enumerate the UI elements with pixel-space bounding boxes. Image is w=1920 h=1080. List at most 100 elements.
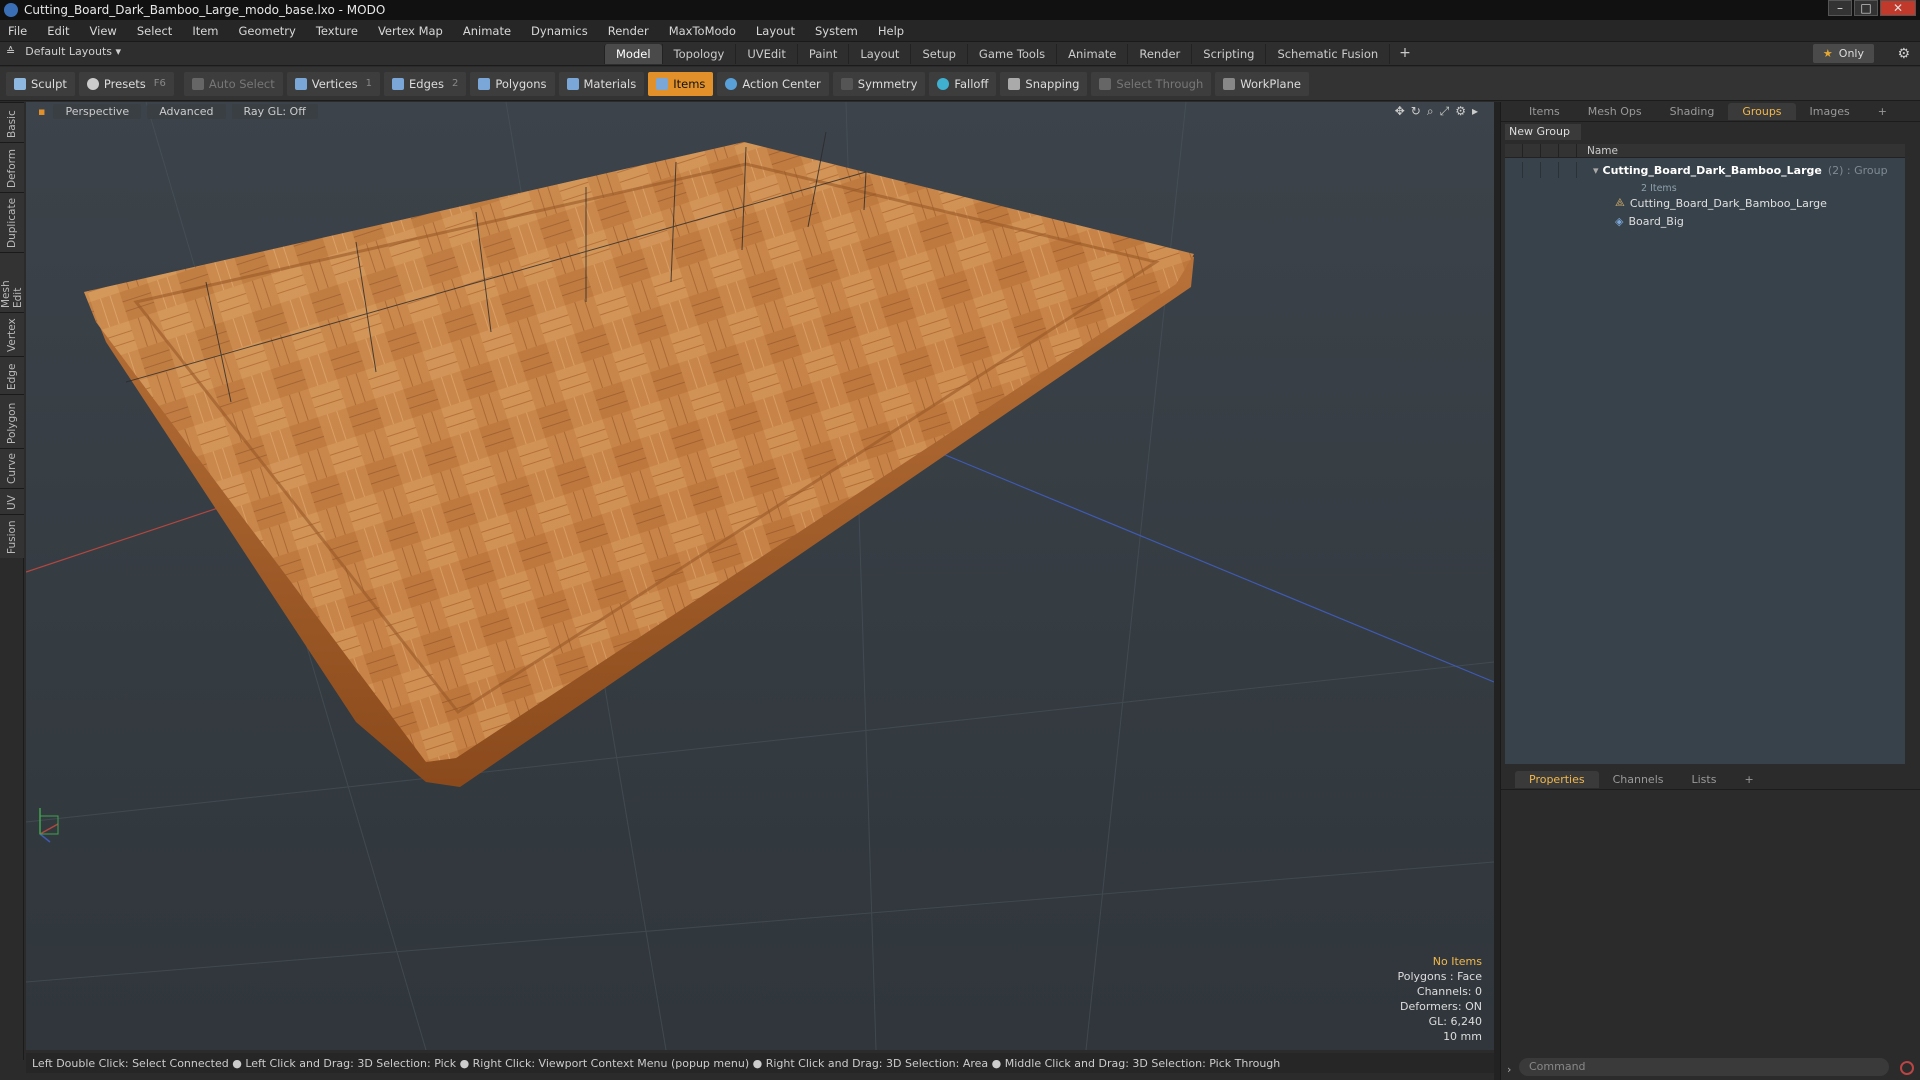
left-tab-basic[interactable]: Basic <box>0 102 24 142</box>
tab-model[interactable]: Model <box>604 44 662 64</box>
menu-system[interactable]: System <box>815 24 858 38</box>
edges-button[interactable]: Edges 2 <box>384 71 467 96</box>
raygl-dropdown[interactable]: Ray GL: Off <box>231 103 318 119</box>
menu-layout[interactable]: Layout <box>756 24 795 38</box>
falloff-button[interactable]: Falloff <box>929 71 997 96</box>
left-tab-curve[interactable]: Curve <box>0 448 24 488</box>
tab-scripting[interactable]: Scripting <box>1191 44 1265 64</box>
command-input[interactable]: Command <box>1519 1058 1889 1076</box>
menu-help[interactable]: Help <box>878 24 904 38</box>
menu-maxtomodo[interactable]: MaxToModo <box>669 24 736 38</box>
viewport-expand-icon[interactable]: ▸ <box>1472 104 1478 119</box>
minimize-button[interactable]: – <box>1828 0 1852 16</box>
left-tab-polygon[interactable]: Polygon <box>0 394 24 448</box>
action-center-button[interactable]: Action Center <box>717 71 829 96</box>
maximize-button[interactable]: □ <box>1854 0 1878 16</box>
add-tab-button[interactable]: + <box>1389 44 1420 64</box>
only-toggle[interactable]: ★ Only <box>1812 44 1874 63</box>
close-button[interactable]: ✕ <box>1880 0 1916 16</box>
command-run-button[interactable] <box>1900 1061 1914 1075</box>
tab-channels[interactable]: Channels <box>1599 771 1678 788</box>
presets-button[interactable]: Presets F6 <box>78 71 174 96</box>
view-mode-dropdown[interactable]: Perspective <box>53 103 142 119</box>
menu-select[interactable]: Select <box>137 24 172 38</box>
left-tab-duplicate[interactable]: Duplicate <box>0 192 24 252</box>
list-item[interactable]: ◈ Board_Big <box>1505 212 1905 230</box>
fit-view-icon[interactable]: ⤢ <box>1440 104 1450 119</box>
select-through-button[interactable]: Select Through <box>1091 71 1212 96</box>
shading-mode-dropdown[interactable]: Advanced <box>147 103 226 119</box>
layout-toggle-icon[interactable]: ≙ <box>6 45 15 58</box>
tab-shading[interactable]: Shading <box>1656 103 1729 120</box>
lock-column-icon[interactable] <box>1541 143 1559 158</box>
rotate-view-icon[interactable]: ↻ <box>1411 104 1421 119</box>
tab-animate[interactable]: Animate <box>1056 44 1127 64</box>
items-button[interactable]: Items <box>648 71 714 96</box>
collapse-icon[interactable]: ▾ <box>1593 164 1599 177</box>
menu-file[interactable]: File <box>8 24 27 38</box>
zoom-view-icon[interactable]: ⌕ <box>1427 104 1434 119</box>
render-column-icon[interactable] <box>1523 143 1541 158</box>
tab-mesh-ops[interactable]: Mesh Ops <box>1574 103 1656 120</box>
vertices-button[interactable]: Vertices 1 <box>286 71 380 96</box>
auto-select-icon <box>191 77 204 90</box>
move-view-icon[interactable]: ✥ <box>1395 104 1405 119</box>
new-group-button[interactable]: New Group <box>1505 124 1581 140</box>
left-tab-edge[interactable]: Edge <box>0 356 24 394</box>
select-column-icon[interactable] <box>1559 143 1577 158</box>
materials-button[interactable]: Materials <box>558 71 645 96</box>
tab-properties[interactable]: Properties <box>1515 771 1599 788</box>
menu-item[interactable]: Item <box>192 24 218 38</box>
polygons-button[interactable]: Polygons <box>470 71 555 96</box>
menu-view[interactable]: View <box>90 24 117 38</box>
sculpt-button[interactable]: Sculpt <box>6 71 75 96</box>
left-tab-fusion[interactable]: Fusion <box>0 514 24 558</box>
name-column-header[interactable]: Name <box>1577 145 1618 157</box>
tab-groups[interactable]: Groups <box>1728 103 1796 120</box>
tab-items[interactable]: Items <box>1515 103 1574 120</box>
add-properties-tab-button[interactable]: + <box>1730 771 1767 788</box>
child-name: Cutting_Board_Dark_Bamboo_Large <box>1629 196 1827 210</box>
visibility-column-icon[interactable] <box>1505 143 1523 158</box>
menu-bar: File Edit View Select Item Geometry Text… <box>0 20 1920 42</box>
menu-geometry[interactable]: Geometry <box>239 24 296 38</box>
tab-setup[interactable]: Setup <box>910 44 966 64</box>
viewport-menu-icon[interactable]: ▪ <box>36 105 47 118</box>
tab-game-tools[interactable]: Game Tools <box>966 44 1056 64</box>
workplane-button[interactable]: WorkPlane <box>1215 71 1309 96</box>
left-tab-uv[interactable]: UV <box>0 488 24 514</box>
left-tab-mesh-edit[interactable]: Mesh Edit <box>0 252 24 312</box>
select-icon[interactable] <box>1559 162 1577 178</box>
menu-texture[interactable]: Texture <box>316 24 358 38</box>
tab-render[interactable]: Render <box>1127 44 1191 64</box>
add-panel-tab-button[interactable]: + <box>1864 103 1901 120</box>
lock-icon[interactable] <box>1541 162 1559 178</box>
left-tab-vertex[interactable]: Vertex <box>0 312 24 356</box>
gear-icon[interactable]: ⚙ <box>1897 46 1910 62</box>
tab-paint[interactable]: Paint <box>796 44 848 64</box>
auto-select-button[interactable]: Auto Select <box>183 71 283 96</box>
tab-topology[interactable]: Topology <box>661 44 736 64</box>
tab-images[interactable]: Images <box>1796 103 1864 120</box>
list-item[interactable]: ⟁ Cutting_Board_Dark_Bamboo_Large <box>1505 194 1905 212</box>
snapping-button[interactable]: Snapping <box>1000 71 1088 96</box>
hud-items: No Items <box>1432 955 1482 968</box>
menu-vertex-map[interactable]: Vertex Map <box>378 24 443 38</box>
tab-layout[interactable]: Layout <box>848 44 910 64</box>
3d-viewport[interactable]: ▪ Perspective Advanced Ray GL: Off ✥ ↻ ⌕… <box>26 102 1494 1050</box>
symmetry-button[interactable]: Symmetry <box>832 71 926 96</box>
menu-edit[interactable]: Edit <box>47 24 69 38</box>
group-row[interactable]: ▾ Cutting_Board_Dark_Bamboo_Large (2) : … <box>1505 158 1905 182</box>
items-icon <box>656 77 669 90</box>
eye-icon[interactable] <box>1505 162 1523 178</box>
viewport-settings-icon[interactable]: ⚙ <box>1455 104 1466 119</box>
layout-preset-dropdown[interactable]: Default Layouts ▾ <box>25 45 121 58</box>
tab-schematic-fusion[interactable]: Schematic Fusion <box>1265 44 1389 64</box>
render-icon[interactable] <box>1523 162 1541 178</box>
left-tab-deform[interactable]: Deform <box>0 142 24 192</box>
tab-uvedit[interactable]: UVEdit <box>735 44 797 64</box>
menu-animate[interactable]: Animate <box>463 24 511 38</box>
menu-dynamics[interactable]: Dynamics <box>531 24 588 38</box>
tab-lists[interactable]: Lists <box>1678 771 1731 788</box>
menu-render[interactable]: Render <box>608 24 649 38</box>
